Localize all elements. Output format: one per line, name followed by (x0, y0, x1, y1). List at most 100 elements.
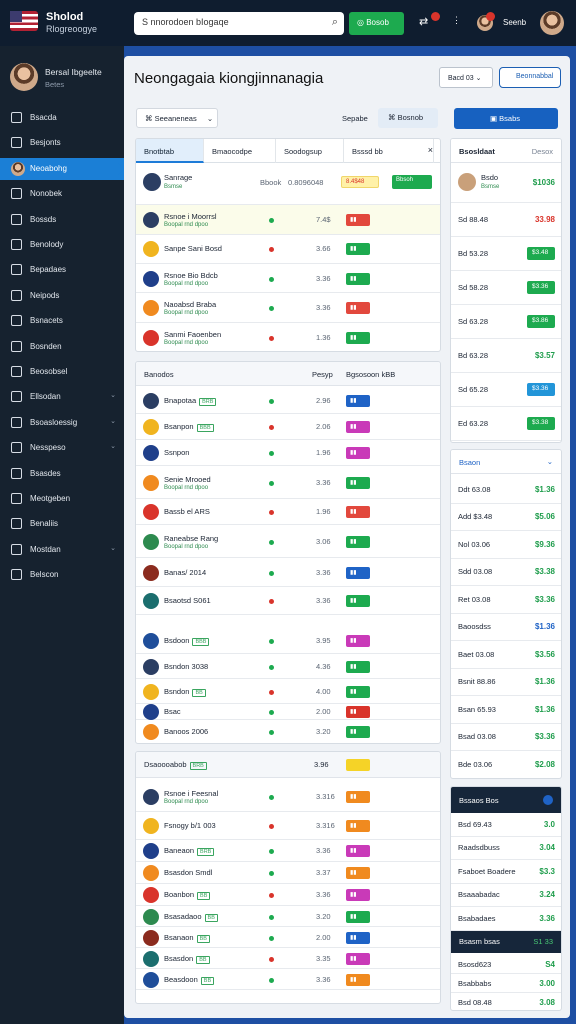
table-row[interactable]: Rsnoe i Moorrsl Boopal rnd dpoo 7.4$ ▮▮ (136, 205, 440, 235)
sidebar-item[interactable]: Benaliis (0, 513, 124, 535)
table-row[interactable]: Boanbon BB 3.36 ▮▮ (136, 884, 440, 906)
table-row[interactable]: Bsdoon BBB 3.95 ▮▮ (136, 628, 440, 654)
table-row[interactable]: Bsasdon Smdl 3.37 ▮▮ (136, 862, 440, 884)
sidebar-item[interactable]: Bsoasloessig ⌄ (0, 412, 124, 434)
row-pill[interactable]: ▮▮ (346, 706, 370, 718)
sidebar-item[interactable]: Bsasdes (0, 463, 124, 485)
price-row[interactable]: Nol 03.06 $9.36 (451, 531, 561, 559)
go-button[interactable]: ◎ Bosob (349, 12, 404, 35)
sidebar-item[interactable]: Bsacda (0, 107, 124, 129)
table-row[interactable]: Beasdoon BB 3.36 ▮▮ (136, 969, 440, 990)
sidebar-item[interactable]: Ellsodan ⌄ (0, 386, 124, 408)
price-row[interactable]: Bsd 69.43 3.0 (451, 813, 561, 837)
price-row[interactable]: Bsan 65.93 $1.36 (451, 696, 561, 724)
table-row[interactable]: Naoabsd Braba Boopal rnd dpoo 3.36 ▮▮ (136, 294, 440, 323)
table-row[interactable]: Banoos 2006 3.20 ▮▮ (136, 720, 440, 743)
sort-label[interactable]: Sepabe (342, 114, 368, 123)
tab-2[interactable]: Soodogsup (276, 139, 344, 163)
table-row[interactable]: Ssnpon 1.96 ▮▮ (136, 440, 440, 466)
price-row[interactable]: Raadsdbuss 3.04 (451, 837, 561, 860)
price-pill[interactable]: $3.36 (527, 281, 555, 294)
panel-header-right[interactable]: Desox (532, 147, 553, 156)
sidebar-item[interactable]: Besjonts (0, 132, 124, 154)
table-row[interactable]: Senie Mrooed Boopal rnd dpoo 3.36 ▮▮ (136, 466, 440, 499)
price-row[interactable]: Add $3.48 $5.06 (451, 504, 561, 531)
row-pill[interactable]: ▮▮ (346, 660, 370, 673)
sidebar-item[interactable]: Nonobek (0, 183, 124, 205)
row-pill[interactable]: ▮▮ (346, 910, 370, 923)
row-pill[interactable]: ▮▮ (346, 973, 370, 986)
sidebar-item[interactable]: Belscon (0, 564, 124, 586)
row-pill[interactable]: ▮▮ (346, 476, 370, 489)
row-pill[interactable]: ▮▮ (346, 421, 370, 433)
search-icon[interactable]: ⌕ (332, 16, 338, 29)
price-row[interactable]: Baoosdss $1.36 (451, 614, 561, 641)
close-icon[interactable]: × (428, 145, 433, 155)
info-icon[interactable] (543, 795, 553, 805)
share-icon[interactable]: ⇄ (419, 15, 428, 28)
price-row[interactable]: Sd 65.28 $3.36 (451, 373, 561, 407)
header-action-button[interactable]: Beonnabbal (499, 67, 561, 88)
price-row[interactable]: Bsaaabadac 3.24 (451, 884, 561, 907)
sidebar-item[interactable]: Neipods (0, 285, 124, 307)
price-row-featured[interactable]: Bsdo Bsmse $1036 (451, 163, 561, 203)
search-input[interactable]: S nnorodoen bIogaqe ⌕ (134, 12, 344, 35)
table-row[interactable]: Fsnogy b/1 003 3.316 ▮▮ (136, 812, 440, 840)
price-row[interactable]: Bsosd623 S4 (451, 955, 561, 974)
row-pill[interactable]: ▮▮ (346, 845, 370, 857)
table-row[interactable]: Banas/ 2014 3.36 ▮▮ (136, 558, 440, 587)
buy-button[interactable]: Bbsoh (392, 175, 432, 189)
row-pill[interactable]: ▮▮ (346, 395, 370, 407)
row-pill[interactable]: ▮▮ (346, 506, 370, 518)
chevron-down-icon[interactable]: ⌄ (547, 457, 553, 466)
table-row[interactable]: Bsaotsd S061 3.36 ▮▮ (136, 587, 440, 615)
row-pill[interactable]: ▮▮ (346, 685, 370, 698)
table-row[interactable]: Bsndon 3038 4.36 ▮▮ (136, 654, 440, 679)
row-pill[interactable]: ▮▮ (346, 791, 370, 803)
sidebar-item[interactable]: Nesspeso ⌄ (0, 437, 124, 459)
row-pill[interactable]: ▮▮ (346, 635, 370, 647)
price-row[interactable]: Ed 63.28 $3.38 (451, 407, 561, 441)
row-pill[interactable]: ▮▮ (346, 931, 370, 944)
sidebar-item[interactable]: Mostdan ⌄ (0, 539, 124, 561)
price-row[interactable]: Sd 63.28 $3.86 (451, 305, 561, 339)
row-pill[interactable]: ▮▮ (346, 243, 370, 255)
sidebar-item[interactable]: Meotgeben (0, 488, 124, 510)
profile-avatar[interactable] (10, 63, 38, 91)
price-row[interactable]: Baet 03.08 $3.56 (451, 641, 561, 669)
row-pill[interactable]: ▮▮ (346, 272, 370, 285)
price-row[interactable]: Bsd 08.48 3.08 (451, 993, 561, 1010)
row-pill[interactable]: ▮▮ (346, 726, 370, 738)
price-row[interactable]: Bd 63.28 $3.57 (451, 339, 561, 373)
row-pill[interactable]: ▮▮ (346, 447, 370, 459)
row-pill[interactable]: ▮▮ (346, 889, 370, 901)
price-row[interactable]: Bd 53.28 $3.48 (451, 237, 561, 271)
table-row[interactable]: Bsanaon BB 2.00 ▮▮ (136, 927, 440, 948)
sidebar-item[interactable]: Bosnden (0, 336, 124, 358)
table-row[interactable]: Bsasadaoo BB 3.20 ▮▮ (136, 906, 440, 927)
more-icon[interactable]: ⋮ (452, 15, 461, 26)
table-row[interactable]: Bsndon BB 4.00 ▮▮ (136, 679, 440, 704)
price-row[interactable]: Fsaboet Boadere $3.3 (451, 860, 561, 884)
row-pill[interactable]: ▮▮ (346, 867, 370, 879)
row-pill[interactable]: ▮▮ (346, 566, 370, 579)
price-pill[interactable]: $3.86 (527, 315, 555, 328)
table-row[interactable]: Raneabse Rang Boopal rnd dpoo 3.06 ▮▮ (136, 525, 440, 558)
sidebar-item[interactable]: Bsnacets (0, 310, 124, 332)
price-row[interactable]: Sd 88.48 33.98 (451, 203, 561, 237)
table-row[interactable]: Bsanpon BBB 2.06 ▮▮ (136, 414, 440, 440)
price-pill[interactable]: 8.4$48 (341, 176, 379, 188)
row-pill[interactable]: ▮▮ (346, 302, 370, 314)
price-row[interactable]: Sd 58.28 $3.36 (451, 271, 561, 305)
price-row[interactable]: Bsabbabs 3.00 (451, 974, 561, 993)
table-row[interactable]: Bsasdon BB 3.35 ▮▮ (136, 948, 440, 969)
price-pill[interactable]: $3.38 (527, 417, 555, 430)
row-pill[interactable]: ▮▮ (346, 535, 370, 548)
tab-1[interactable]: Bmaocodpe (204, 139, 276, 163)
sidebar-item[interactable]: Bepadaes (0, 259, 124, 281)
table-row[interactable]: Bassb el ARS 1.96 ▮▮ (136, 499, 440, 525)
filter-dropdown[interactable]: ⌘ Seeaneneas ⌄ (136, 108, 218, 128)
view-toggle[interactable]: ⌘ Bosnob (378, 108, 438, 128)
table-row[interactable]: Rsnoe Bio Bdcb Boopal rnd dpoo 3.36 ▮▮ (136, 264, 440, 293)
profile-avatar[interactable] (540, 11, 564, 35)
